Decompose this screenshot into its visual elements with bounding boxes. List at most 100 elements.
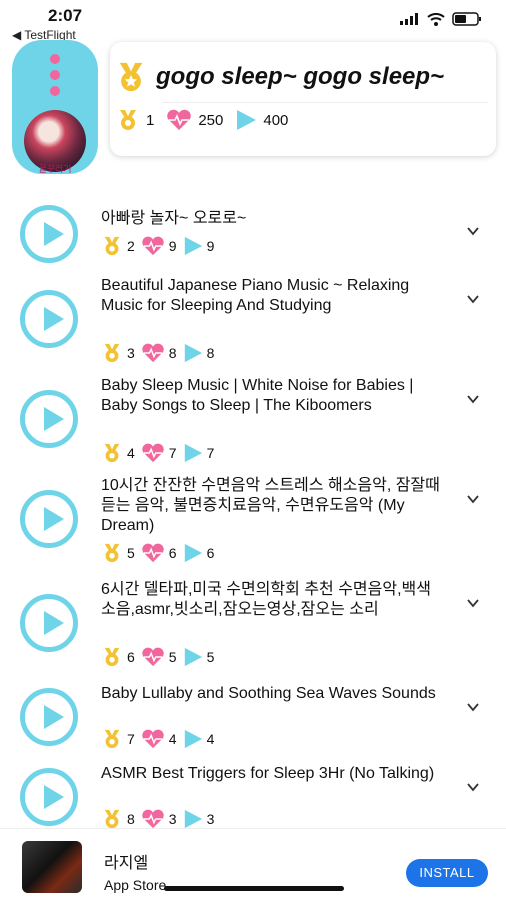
status-icons xyxy=(400,12,482,26)
song-title: 10시간 잔잔한 수면음악 스트레스 해소음악, 잠잘때 듣는 음악, 불면증치… xyxy=(101,477,440,534)
list-item[interactable]: 아빠랑 놀자~ 오로로~ 2 9 9 xyxy=(0,196,506,276)
chevron-down-icon[interactable] xyxy=(466,224,480,238)
song-title: Beautiful Japanese Piano Music ~ Relaxin… xyxy=(101,277,410,314)
medal-icon xyxy=(104,809,120,829)
play-icon xyxy=(237,110,257,130)
home-indicator xyxy=(164,886,344,891)
medal-count: 6 xyxy=(127,649,135,665)
heartbeat-icon xyxy=(142,647,164,667)
play-icon xyxy=(184,343,202,363)
song-title: ASMR Best Triggers for Sleep 3Hr (No Tal… xyxy=(101,765,435,782)
heartbeat-icon xyxy=(142,543,164,563)
song-stats: 3 8 8 xyxy=(101,342,220,364)
like-count: 8 xyxy=(168,345,177,361)
play-icon xyxy=(184,236,202,256)
play-icon xyxy=(44,407,64,431)
medal-icon xyxy=(119,62,143,92)
more-options-icon[interactable] xyxy=(50,54,60,102)
song-stats: 8 3 3 xyxy=(101,808,220,830)
list-item[interactable]: Baby Lullaby and Soothing Sea Waves Soun… xyxy=(0,684,506,764)
play-icon xyxy=(44,222,64,246)
medal-icon xyxy=(104,343,120,363)
medal-count: 7 xyxy=(127,731,135,747)
play-icon xyxy=(184,647,202,667)
play-button[interactable] xyxy=(20,205,78,263)
play-icon xyxy=(44,785,64,809)
medal-icon xyxy=(120,110,136,130)
song-stats: 7 4 4 xyxy=(101,728,220,750)
play-icon xyxy=(44,705,64,729)
medal-count: 5 xyxy=(127,545,135,561)
battery-icon xyxy=(452,12,481,26)
heartbeat-icon xyxy=(142,343,164,363)
playlist-header-card: gogo sleep~ gogo sleep~ 1 250 400 xyxy=(110,42,496,156)
play-button[interactable] xyxy=(20,688,78,746)
play-icon xyxy=(184,729,202,749)
chevron-down-icon[interactable] xyxy=(466,700,480,714)
chevron-down-icon[interactable] xyxy=(466,392,480,406)
wifi-icon xyxy=(427,12,445,26)
play-button[interactable] xyxy=(20,490,78,548)
header-medal-count: 1 xyxy=(146,111,155,129)
status-bar: 2:07 ◀ TestFlight xyxy=(0,0,506,44)
ad-store-label: App Store xyxy=(104,877,167,893)
song-stats: 5 6 6 xyxy=(101,542,220,564)
list-item[interactable]: Baby Sleep Music | White Noise for Babie… xyxy=(0,376,506,476)
playlist-title: gogo sleep~ gogo sleep~ xyxy=(156,63,445,90)
like-count: 6 xyxy=(168,545,177,561)
medal-icon xyxy=(104,236,120,256)
medal-count: 8 xyxy=(127,811,135,827)
play-button[interactable] xyxy=(20,768,78,826)
play-count: 6 xyxy=(206,545,215,561)
song-stats: 2 9 9 xyxy=(101,235,220,257)
play-count: 3 xyxy=(206,811,215,827)
like-count: 9 xyxy=(168,238,177,254)
list-item[interactable]: Beautiful Japanese Piano Music ~ Relaxin… xyxy=(0,276,506,376)
header-like-count: 250 xyxy=(198,111,224,129)
play-icon xyxy=(184,543,202,563)
header-stats: 1 250 400 xyxy=(116,108,300,132)
profile-card[interactable]: 꿀꾸러기 xyxy=(12,40,98,174)
play-count: 7 xyxy=(206,445,215,461)
play-count: 9 xyxy=(206,238,215,254)
song-stats: 4 7 7 xyxy=(101,442,220,464)
like-count: 5 xyxy=(168,649,177,665)
chevron-down-icon[interactable] xyxy=(466,292,480,306)
ad-app-icon xyxy=(22,841,82,893)
signal-icon xyxy=(400,13,418,25)
song-title: Baby Sleep Music | White Noise for Babie… xyxy=(101,377,414,414)
song-list: 아빠랑 놀자~ 오로로~ 2 9 9 Beautiful Japanese Pi… xyxy=(0,196,506,844)
chevron-down-icon[interactable] xyxy=(466,596,480,610)
play-icon xyxy=(44,611,64,635)
profile-caption: 꿀꾸러기 xyxy=(38,164,72,174)
medal-icon xyxy=(104,543,120,563)
medal-count: 4 xyxy=(127,445,135,461)
medal-icon xyxy=(104,443,120,463)
chevron-down-icon[interactable] xyxy=(466,780,480,794)
song-stats: 6 5 5 xyxy=(101,646,220,668)
medal-count: 2 xyxy=(127,238,135,254)
heartbeat-icon xyxy=(167,109,192,130)
install-button[interactable]: INSTALL xyxy=(406,859,488,887)
play-icon xyxy=(44,507,64,531)
play-button[interactable] xyxy=(20,290,78,348)
medal-icon xyxy=(104,729,120,749)
list-item[interactable]: 10시간 잔잔한 수면음악 스트레스 해소음악, 잠잘때 듣는 음악, 불면증치… xyxy=(0,476,506,580)
song-title: 6시간 델타파,미국 수면의학회 추천 수면음악,백색소음,asmr,빗소리,잠… xyxy=(101,581,431,618)
medal-count: 3 xyxy=(127,345,135,361)
chevron-down-icon[interactable] xyxy=(466,492,480,506)
header-play-count: 400 xyxy=(263,111,289,129)
list-item[interactable]: 6시간 델타파,미국 수면의학회 추천 수면음악,백색소음,asmr,빗소리,잠… xyxy=(0,580,506,684)
song-title: Baby Lullaby and Soothing Sea Waves Soun… xyxy=(101,685,436,702)
play-count: 5 xyxy=(206,649,215,665)
heartbeat-icon xyxy=(142,729,164,749)
play-icon xyxy=(184,809,202,829)
play-button[interactable] xyxy=(20,594,78,652)
header-divider xyxy=(162,102,488,103)
play-count: 8 xyxy=(206,345,215,361)
like-count: 3 xyxy=(168,811,177,827)
like-count: 4 xyxy=(168,731,177,747)
heartbeat-icon xyxy=(142,809,164,829)
play-icon xyxy=(44,307,64,331)
play-button[interactable] xyxy=(20,390,78,448)
